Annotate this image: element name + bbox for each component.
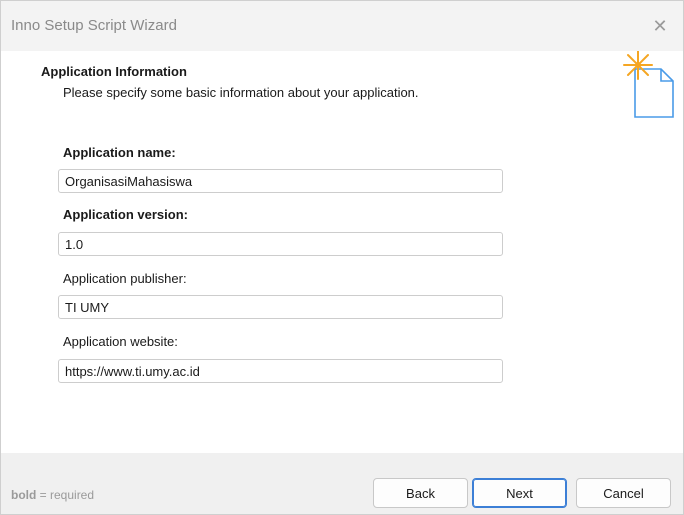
required-hint-bold: bold [11, 488, 37, 502]
app-version-label: Application version: [63, 207, 188, 222]
app-website-input[interactable] [58, 359, 503, 383]
app-publisher-input[interactable] [58, 295, 503, 319]
wizard-footer: bold = required Back Next Cancel [1, 453, 683, 514]
back-button[interactable]: Back [373, 478, 468, 508]
required-hint: bold = required [11, 488, 94, 502]
close-icon: ✕ [652, 15, 668, 36]
title-bar[interactable]: Inno Setup Script Wizard ✕ [1, 1, 683, 51]
wizard-window: Inno Setup Script Wizard ✕ Application I… [0, 0, 684, 515]
wizard-header: Application Information Please specify s… [1, 51, 683, 117]
next-button[interactable]: Next [472, 478, 567, 508]
app-website-label: Application website: [63, 334, 178, 349]
app-name-input[interactable] [58, 169, 503, 193]
app-name-label: Application name: [63, 145, 176, 160]
app-publisher-label: Application publisher: [63, 271, 187, 286]
window-title: Inno Setup Script Wizard [11, 17, 177, 34]
page-title: Application Information [41, 64, 187, 79]
app-version-input[interactable] [58, 232, 503, 256]
close-button[interactable]: ✕ [637, 1, 683, 51]
page-description: Please specify some basic information ab… [63, 85, 419, 100]
required-hint-text: = required [36, 488, 95, 502]
form-area: Application name: Application version: A… [1, 117, 683, 453]
wizard-sparkle-document-icon [623, 50, 681, 121]
cancel-button[interactable]: Cancel [576, 478, 671, 508]
